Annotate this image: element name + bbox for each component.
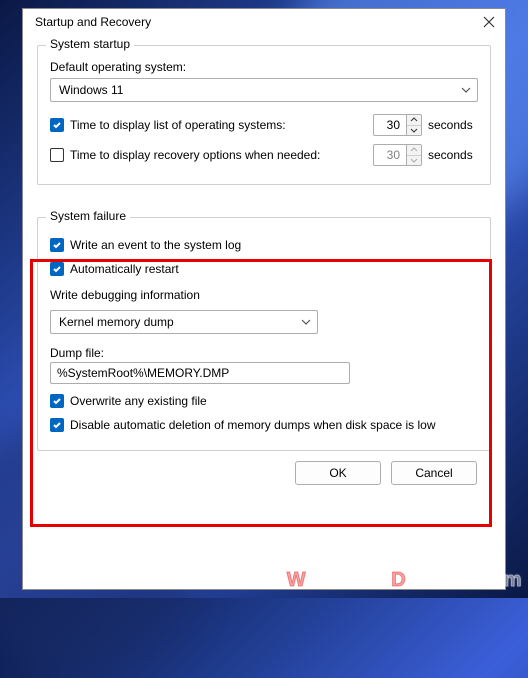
watermark-d: D — [391, 569, 406, 591]
dump-file-label: Dump file: — [50, 346, 478, 360]
spin-up-icon[interactable] — [407, 115, 421, 125]
dialog-client-area: System startup Default operating system:… — [23, 35, 505, 589]
chevron-down-icon — [301, 319, 311, 325]
spin-down-icon[interactable] — [407, 125, 421, 135]
checkbox-disable-auto-delete[interactable] — [50, 418, 64, 432]
dump-file-input[interactable]: %SystemRoot%\MEMORY.DMP — [50, 362, 350, 384]
default-os-value: Windows 11 — [59, 83, 123, 97]
seconds-unit-2: seconds — [428, 148, 478, 162]
watermark-r2: IGITAL.com — [406, 569, 522, 591]
disable-auto-delete-label: Disable automatic deletion of memory dum… — [70, 418, 436, 432]
watermark: WINDOWSDIGITAL.com — [287, 569, 522, 592]
startup-recovery-dialog: Startup and Recovery System startup Defa… — [22, 8, 506, 590]
group-system-startup: System startup Default operating system:… — [37, 45, 491, 185]
group-system-failure-legend: System failure — [46, 209, 130, 223]
checkbox-display-recovery[interactable] — [50, 148, 64, 162]
close-icon[interactable] — [483, 16, 495, 28]
ok-button[interactable]: OK — [295, 461, 381, 485]
write-event-label: Write an event to the system log — [70, 238, 241, 252]
checkbox-auto-restart[interactable] — [50, 262, 64, 276]
default-os-select[interactable]: Windows 11 — [50, 78, 478, 102]
recovery-seconds-input — [374, 145, 406, 165]
checkbox-display-os-list[interactable] — [50, 118, 64, 132]
titlebar: Startup and Recovery — [23, 9, 505, 35]
window-title: Startup and Recovery — [35, 15, 151, 29]
spin-up-icon — [407, 145, 421, 155]
default-os-label: Default operating system: — [50, 60, 478, 74]
dump-file-value: %SystemRoot%\MEMORY.DMP — [57, 366, 229, 380]
seconds-unit-1: seconds — [428, 118, 478, 132]
overwrite-label: Overwrite any existing file — [70, 394, 207, 408]
checkbox-overwrite[interactable] — [50, 394, 64, 408]
chevron-down-icon — [461, 87, 471, 93]
debug-info-label: Write debugging information — [50, 288, 478, 302]
checkbox-write-event[interactable] — [50, 238, 64, 252]
auto-restart-label: Automatically restart — [70, 262, 179, 276]
spin-down-icon — [407, 155, 421, 165]
display-os-list-label: Time to display list of operating system… — [70, 118, 286, 132]
debug-info-select[interactable]: Kernel memory dump — [50, 310, 318, 334]
group-system-startup-legend: System startup — [46, 37, 134, 51]
debug-info-value: Kernel memory dump — [59, 315, 174, 329]
display-recovery-label: Time to display recovery options when ne… — [70, 148, 320, 162]
recovery-seconds-spinner[interactable] — [373, 144, 422, 166]
os-list-seconds-spinner[interactable] — [373, 114, 422, 136]
watermark-w: W — [287, 569, 306, 591]
cancel-label: Cancel — [415, 466, 452, 480]
ok-label: OK — [329, 466, 346, 480]
os-list-seconds-input[interactable] — [374, 115, 406, 135]
dialog-buttons: OK Cancel — [37, 451, 491, 485]
watermark-r1: INDOWS — [306, 569, 391, 591]
cancel-button[interactable]: Cancel — [391, 461, 477, 485]
group-system-failure: System failure Write an event to the sys… — [37, 217, 491, 451]
